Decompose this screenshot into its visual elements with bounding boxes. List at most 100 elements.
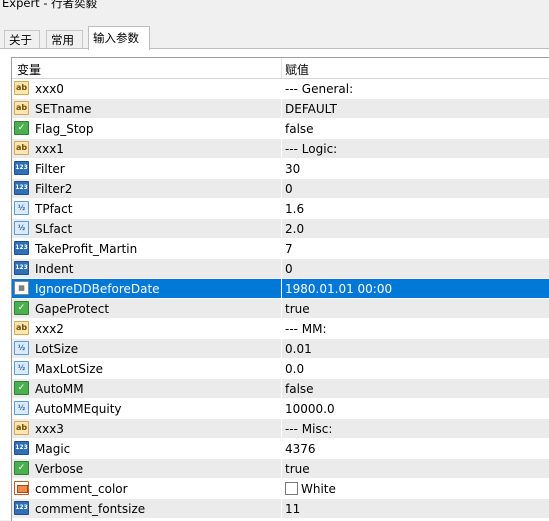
column-divider bbox=[281, 279, 282, 299]
variable-name: xxx1 bbox=[35, 142, 64, 156]
table-body: ab xxx0 --- General: ab SETname DEFAULT ✓ Flag_… bbox=[12, 79, 549, 519]
color-name: White bbox=[301, 482, 336, 496]
column-divider bbox=[281, 159, 282, 179]
column-divider bbox=[281, 199, 282, 219]
variable-name: MaxLotSize bbox=[35, 362, 103, 376]
table-row[interactable]: 123 Filter 30 bbox=[12, 159, 549, 179]
table-row[interactable]: ✓ Flag_Stop false bbox=[12, 119, 549, 139]
table-row[interactable]: ab SETname DEFAULT bbox=[12, 99, 549, 119]
variable-value[interactable]: 0.01 bbox=[285, 342, 312, 356]
variable-name: SETname bbox=[35, 102, 92, 116]
table-row[interactable]: 123 Indent 0 bbox=[12, 259, 549, 279]
variable-value[interactable]: 7 bbox=[285, 242, 293, 256]
column-divider bbox=[281, 299, 282, 319]
table-row[interactable]: ½ AutoMMEquity 10000.0 bbox=[12, 399, 549, 419]
table-row[interactable]: ✓ AutoMM false bbox=[12, 379, 549, 399]
variable-value[interactable]: 30 bbox=[285, 162, 300, 176]
variable-value[interactable]: 2.0 bbox=[285, 222, 304, 236]
variable-value[interactable]: 11 bbox=[285, 502, 300, 516]
variable-value[interactable]: DEFAULT bbox=[285, 102, 337, 116]
variable-value[interactable]: true bbox=[285, 462, 310, 476]
column-divider bbox=[281, 379, 282, 399]
double-icon: ½ bbox=[14, 201, 29, 215]
column-divider bbox=[281, 479, 282, 499]
variable-value[interactable]: 0.0 bbox=[285, 362, 304, 376]
column-divider bbox=[281, 179, 282, 199]
string-icon: ab bbox=[14, 141, 29, 155]
variable-name: Magic bbox=[35, 442, 71, 456]
table-row[interactable]: ab xxx0 --- General: bbox=[12, 79, 549, 99]
header-variable[interactable]: 变量 bbox=[17, 61, 41, 78]
int-icon: 123 bbox=[14, 261, 29, 275]
variable-name: Filter bbox=[35, 162, 65, 176]
variable-value[interactable]: White bbox=[285, 482, 336, 496]
variable-value[interactable]: 4376 bbox=[285, 442, 316, 456]
table-row[interactable]: ▦ IgnoreDDBeforeDate 1980.01.01 00:00 bbox=[12, 279, 549, 299]
bool-icon: ✓ bbox=[14, 301, 29, 315]
variable-value[interactable]: 0 bbox=[285, 262, 293, 276]
column-divider bbox=[281, 419, 282, 439]
variable-name: SLfact bbox=[35, 222, 73, 236]
tab-strip: 关于 常用 输入参数 bbox=[0, 26, 549, 50]
table-row[interactable]: comment_color White bbox=[12, 479, 549, 499]
table-row[interactable]: ab xxx1 --- Logic: bbox=[12, 139, 549, 159]
table-row[interactable]: ✓ GapeProtect true bbox=[12, 299, 549, 319]
bool-icon: ✓ bbox=[14, 121, 29, 135]
variable-value[interactable]: --- MM: bbox=[285, 322, 327, 336]
string-icon: ab bbox=[14, 81, 29, 95]
variable-name: comment_fontsize bbox=[35, 502, 146, 516]
column-divider bbox=[281, 239, 282, 259]
string-icon: ab bbox=[14, 321, 29, 335]
table-row[interactable]: ½ TPfact 1.6 bbox=[12, 199, 549, 219]
double-icon: ½ bbox=[14, 221, 29, 235]
variable-value[interactable]: --- Logic: bbox=[285, 142, 337, 156]
variable-value[interactable]: 1980.01.01 00:00 bbox=[285, 282, 392, 296]
tab-about[interactable]: 关于 bbox=[4, 30, 40, 49]
table-row[interactable]: ½ SLfact 2.0 bbox=[12, 219, 549, 239]
table-row[interactable]: ½ MaxLotSize 0.0 bbox=[12, 359, 549, 379]
table-row[interactable]: 123 comment_fontsize 11 bbox=[12, 499, 549, 519]
column-divider bbox=[281, 139, 282, 159]
variable-name: Filter2 bbox=[35, 182, 73, 196]
variable-value[interactable]: --- Misc: bbox=[285, 422, 332, 436]
header-value[interactable]: 赋值 bbox=[285, 61, 309, 78]
int-icon: 123 bbox=[14, 181, 29, 195]
header-divider[interactable] bbox=[281, 58, 282, 78]
table-row[interactable]: ab xxx3 --- Misc: bbox=[12, 419, 549, 439]
variable-value[interactable]: 1.6 bbox=[285, 202, 304, 216]
table-row[interactable]: ✓ Verbose true bbox=[12, 459, 549, 479]
column-divider bbox=[281, 339, 282, 359]
variable-name: Flag_Stop bbox=[35, 122, 94, 136]
double-icon: ½ bbox=[14, 401, 29, 415]
table-row[interactable]: ½ LotSize 0.01 bbox=[12, 339, 549, 359]
column-divider bbox=[281, 459, 282, 479]
column-divider bbox=[281, 119, 282, 139]
variable-name: comment_color bbox=[35, 482, 128, 496]
column-divider bbox=[281, 79, 282, 99]
variable-value[interactable]: true bbox=[285, 302, 310, 316]
column-divider bbox=[281, 99, 282, 119]
column-divider bbox=[281, 219, 282, 239]
variable-name: IgnoreDDBeforeDate bbox=[35, 282, 160, 296]
table-row[interactable]: 123 Magic 4376 bbox=[12, 439, 549, 459]
tab-inputs[interactable]: 输入参数 bbox=[88, 26, 150, 50]
table-row[interactable]: 123 TakeProfit_Martin 7 bbox=[12, 239, 549, 259]
variable-value[interactable]: false bbox=[285, 382, 314, 396]
color-swatch[interactable] bbox=[285, 482, 298, 495]
table-row[interactable]: ab xxx2 --- MM: bbox=[12, 319, 549, 339]
int-icon: 123 bbox=[14, 441, 29, 455]
int-icon: 123 bbox=[14, 161, 29, 175]
table-row[interactable]: 123 Filter2 0 bbox=[12, 179, 549, 199]
variable-value[interactable]: 0 bbox=[285, 182, 293, 196]
variable-value[interactable]: false bbox=[285, 122, 314, 136]
column-divider bbox=[281, 499, 282, 519]
variable-name: TakeProfit_Martin bbox=[35, 242, 138, 256]
inputs-panel: 变量 赋值 ab xxx0 --- General: ab SETname DEFAULT… bbox=[0, 48, 549, 521]
variable-name: xxx3 bbox=[35, 422, 64, 436]
string-icon: ab bbox=[14, 101, 29, 115]
variable-value[interactable]: 10000.0 bbox=[285, 402, 335, 416]
variable-name: Verbose bbox=[35, 462, 84, 476]
variable-value[interactable]: --- General: bbox=[285, 82, 353, 96]
variable-name: TPfact bbox=[35, 202, 73, 216]
tab-common[interactable]: 常用 bbox=[46, 30, 83, 49]
